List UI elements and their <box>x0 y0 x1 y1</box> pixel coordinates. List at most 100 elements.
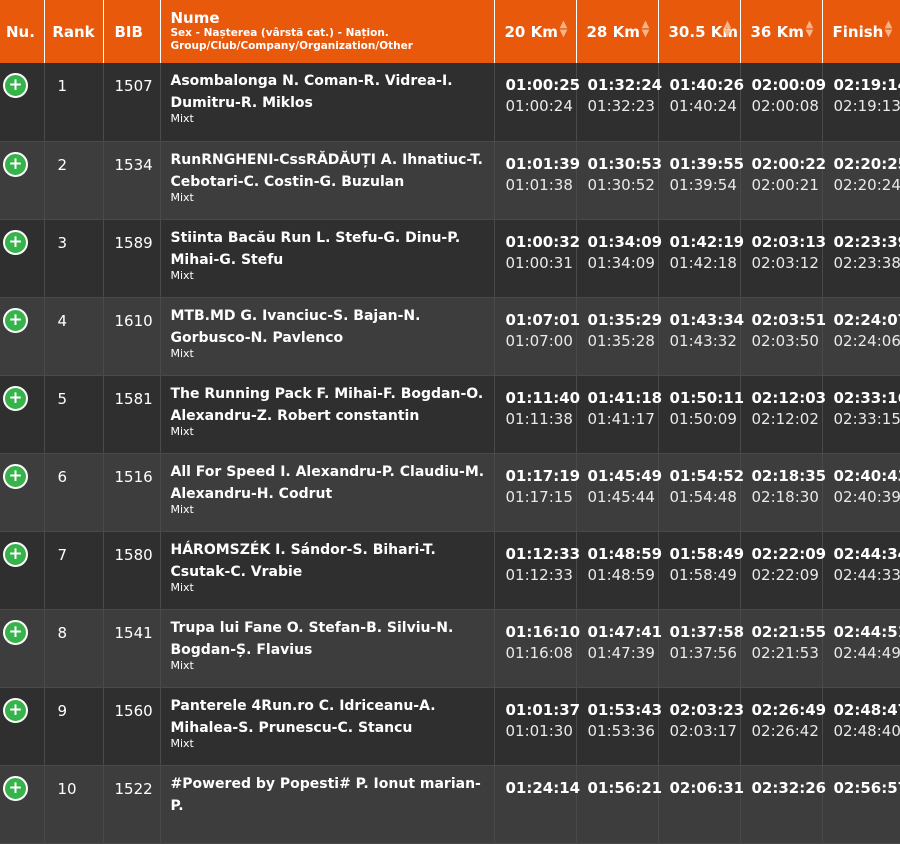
column-header-split-28km[interactable]: 28 Km ▲▼ <box>576 0 658 63</box>
split-time-net: 01:11:38 <box>506 409 576 430</box>
name-cell: All For Speed I. Alexandru-P. Claudiu-M.… <box>160 453 494 531</box>
team-name[interactable]: #Powered by Popesti# P. Ionut marian-P. <box>171 773 488 817</box>
rank-cell: 4 <box>44 297 103 375</box>
team-name[interactable]: MTB.MD G. Ivanciuc-S. Bajan-N. Gorbusco-… <box>171 305 488 349</box>
column-header-split-36km[interactable]: 36 Km ▲▼ <box>740 0 822 63</box>
split-cell: 01:50:11 01:50:09 <box>658 375 740 453</box>
team-name[interactable]: All For Speed I. Alexandru-P. Claudiu-M.… <box>171 461 488 505</box>
table-row[interactable]: + 10 1522 #Powered by Popesti# P. Ionut … <box>0 765 900 843</box>
split-time-net: 01:58:49 <box>670 565 740 586</box>
finish-time-net: 02:33:15 <box>834 409 900 430</box>
expand-cell: + <box>0 531 44 609</box>
expand-cell: + <box>0 765 44 843</box>
bib-cell: 1610 <box>103 297 160 375</box>
name-cell: #Powered by Popesti# P. Ionut marian-P. <box>160 765 494 843</box>
name-cell: RunRNGHENI-CssRĂDĂUȚI A. Ihnatiuc-T. Ceb… <box>160 141 494 219</box>
rank-header-label: Rank <box>52 23 94 41</box>
expand-plus-icon[interactable]: + <box>3 776 28 801</box>
split-cell: 02:22:09 02:22:09 <box>740 531 822 609</box>
split-cell: 02:18:35 02:18:30 <box>740 453 822 531</box>
table-row[interactable]: + 5 1581 The Running Pack F. Mihai-F. Bo… <box>0 375 900 453</box>
split-time-net: 01:50:09 <box>670 409 740 430</box>
expand-plus-icon[interactable]: + <box>3 230 28 255</box>
bib-cell: 1541 <box>103 609 160 687</box>
table-row[interactable]: + 6 1516 All For Speed I. Alexandru-P. C… <box>0 453 900 531</box>
table-row[interactable]: + 9 1560 Panterele 4Run.ro C. Idriceanu-… <box>0 687 900 765</box>
split-time: 02:06:31 <box>670 778 740 799</box>
expand-cell: + <box>0 453 44 531</box>
rank-cell: 3 <box>44 219 103 297</box>
team-name[interactable]: Asombalonga N. Coman-R. Vidrea-I. Dumitr… <box>171 70 488 114</box>
table-row[interactable]: + 2 1534 RunRNGHENI-CssRĂDĂUȚI A. Ihnati… <box>0 141 900 219</box>
rank-cell: 8 <box>44 609 103 687</box>
split-header-label: 20 Km <box>505 23 558 41</box>
split-time-net: 01:12:33 <box>506 565 576 586</box>
expand-plus-icon[interactable]: + <box>3 542 28 567</box>
split-time-net: 02:12:02 <box>752 409 822 430</box>
split-cell: 01:12:33 01:12:33 <box>494 531 576 609</box>
expand-cell: + <box>0 375 44 453</box>
expand-plus-icon[interactable]: + <box>3 73 28 98</box>
split-time: 02:22:09 <box>752 544 822 565</box>
split-time-net: 01:16:08 <box>506 643 576 664</box>
table-row[interactable]: + 7 1580 HÁROMSZÉK I. Sándor-S. Bihari-T… <box>0 531 900 609</box>
expand-plus-icon[interactable]: + <box>3 152 28 177</box>
expand-plus-icon[interactable]: + <box>3 308 28 333</box>
split-time: 01:39:55 <box>670 154 740 175</box>
split-cell: 02:32:26 <box>740 765 822 843</box>
team-name[interactable]: The Running Pack F. Mihai-F. Bogdan-O. A… <box>171 383 488 427</box>
team-name[interactable]: Stiinta Bacău Run L. Stefu-G. Dinu-P. Mi… <box>171 227 488 271</box>
finish-time-net: 02:44:49 <box>834 643 900 664</box>
split-time: 02:12:03 <box>752 388 822 409</box>
split-cell: 01:45:49 01:45:44 <box>576 453 658 531</box>
split-time-net: 01:42:18 <box>670 253 740 274</box>
table-row[interactable]: + 3 1589 Stiinta Bacău Run L. Stefu-G. D… <box>0 219 900 297</box>
bib-cell: 1589 <box>103 219 160 297</box>
split-time: 01:58:49 <box>670 544 740 565</box>
expand-cell: + <box>0 219 44 297</box>
split-time-net: 02:03:50 <box>752 331 822 352</box>
name-cell: Asombalonga N. Coman-R. Vidrea-I. Dumitr… <box>160 63 494 141</box>
team-name[interactable]: HÁROMSZÉK I. Sándor-S. Bihari-T. Csutak-… <box>171 539 488 583</box>
finish-cell: 02:23:39 02:23:38 <box>822 219 900 297</box>
expand-plus-icon[interactable]: + <box>3 464 28 489</box>
bib-cell: 1560 <box>103 687 160 765</box>
expand-plus-icon[interactable]: + <box>3 386 28 411</box>
split-time-net: 01:01:30 <box>506 721 576 742</box>
split-time-net: 01:07:00 <box>506 331 576 352</box>
team-name[interactable]: Panterele 4Run.ro C. Idriceanu-A. Mihale… <box>171 695 488 739</box>
split-time-net: 01:47:39 <box>588 643 658 664</box>
table-row[interactable]: + 8 1541 Trupa lui Fane O. Stefan-B. Sil… <box>0 609 900 687</box>
table-row[interactable]: + 4 1610 MTB.MD G. Ivanciuc-S. Bajan-N. … <box>0 297 900 375</box>
split-time-net: 01:34:09 <box>588 253 658 274</box>
split-time-net: 02:21:53 <box>752 643 822 664</box>
finish-time-net: 02:44:33 <box>834 565 900 586</box>
split-time: 01:07:01 <box>506 310 576 331</box>
expand-plus-icon[interactable]: + <box>3 698 28 723</box>
finish-time: 02:44:34 <box>834 544 900 565</box>
split-time: 02:32:26 <box>752 778 822 799</box>
split-time: 01:50:11 <box>670 388 740 409</box>
split-time: 01:12:33 <box>506 544 576 565</box>
split-time: 01:01:37 <box>506 700 576 721</box>
split-time-net: 01:00:24 <box>506 96 576 117</box>
expand-plus-icon[interactable]: + <box>3 620 28 645</box>
column-header-rank[interactable]: Rank ▲ <box>44 0 103 63</box>
split-time: 01:43:34 <box>670 310 740 331</box>
finish-time-net: 02:19:13 <box>834 96 900 117</box>
rank-cell: 9 <box>44 687 103 765</box>
split-cell: 02:12:03 02:12:02 <box>740 375 822 453</box>
expand-cell: + <box>0 297 44 375</box>
column-header-finish[interactable]: Finish ▲▼ <box>822 0 900 63</box>
team-name[interactable]: RunRNGHENI-CssRĂDĂUȚI A. Ihnatiuc-T. Ceb… <box>171 149 488 193</box>
split-time: 01:00:32 <box>506 232 576 253</box>
table-row[interactable]: + 1 1507 Asombalonga N. Coman-R. Vidrea-… <box>0 63 900 141</box>
finish-time: 02:24:07 <box>834 310 900 331</box>
name-cell: Stiinta Bacău Run L. Stefu-G. Dinu-P. Mi… <box>160 219 494 297</box>
column-header-split-20km[interactable]: 20 Km ▲▼ <box>494 0 576 63</box>
split-cell: 01:58:49 01:58:49 <box>658 531 740 609</box>
split-cell: 01:00:32 01:00:31 <box>494 219 576 297</box>
finish-time-net: 02:48:40 <box>834 721 900 742</box>
column-header-split-30-5km[interactable]: 30.5 Km ▲▼ <box>658 0 740 63</box>
team-name[interactable]: Trupa lui Fane O. Stefan-B. Silviu-N. Bo… <box>171 617 488 661</box>
